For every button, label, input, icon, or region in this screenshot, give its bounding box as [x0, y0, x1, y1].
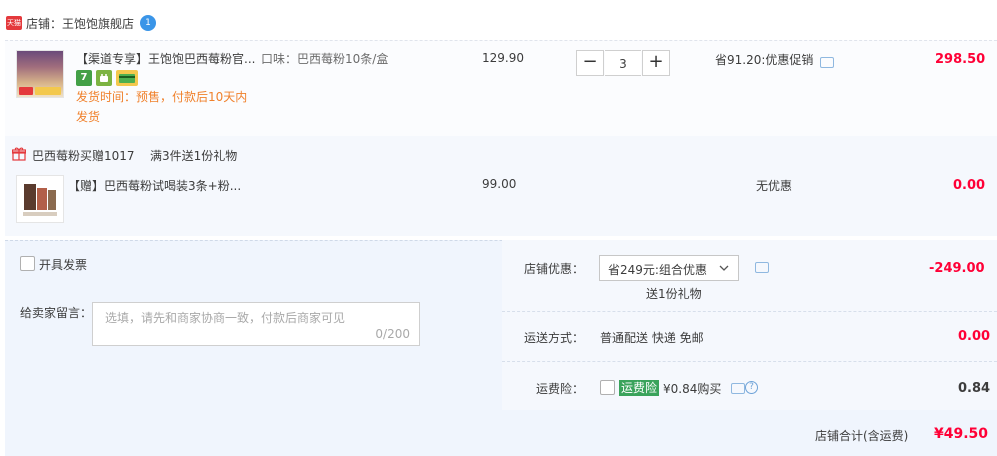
- gift-promo-rule: 满3件送1份礼物: [150, 149, 238, 163]
- shipping-label: 运送方式：: [524, 331, 585, 345]
- insurance-checkbox[interactable]: [600, 380, 615, 395]
- shipping-amount: 0.00: [958, 329, 991, 344]
- comment-icon[interactable]: [731, 383, 745, 394]
- unit-price: 129.90: [482, 51, 524, 65]
- insurance-badge: 运费险: [619, 380, 660, 396]
- comment-icon[interactable]: [755, 262, 769, 273]
- android-icon: [96, 70, 112, 86]
- ship-time-text-2: 发货: [76, 110, 101, 124]
- insurance-label: 运费险：: [536, 382, 585, 396]
- char-counter: 0/200: [375, 327, 410, 341]
- shipping-method: 普通配送 快递 免邮: [600, 331, 704, 345]
- gift-discount: 无优惠: [756, 179, 793, 193]
- gift-unit-price: 99.00: [482, 177, 517, 191]
- invoice-checkbox[interactable]: [20, 256, 35, 271]
- chat-badge-icon[interactable]: 1: [140, 15, 156, 31]
- seller-message-input[interactable]: 选填，请先和商家协商一致，付款后商家可见 0/200: [92, 302, 420, 346]
- seven-day-return-icon: 7: [76, 70, 92, 86]
- decrement-button[interactable]: −: [576, 50, 604, 76]
- item-discount: 省91.20:优惠促销: [715, 53, 814, 67]
- product-thumbnail[interactable]: [16, 50, 64, 98]
- gift-thumbnail[interactable]: [16, 175, 64, 223]
- gift-subtotal: 0.00: [953, 178, 986, 193]
- insurance-price: ¥0.84购买: [663, 382, 722, 396]
- divider: [502, 361, 997, 362]
- product-title[interactable]: 【渠道专享】王饱饱巴西莓粉官...: [76, 50, 255, 67]
- shop-discount-label: 店铺优惠：: [524, 262, 585, 276]
- chevron-down-icon: [718, 262, 730, 277]
- message-label: 给卖家留言：: [20, 306, 93, 320]
- total-label: 店铺合计(含运费): [815, 429, 909, 443]
- increment-button[interactable]: +: [642, 50, 670, 76]
- invoice-label[interactable]: 开具发票: [39, 256, 87, 273]
- gift-promo-name: 巴西莓粉买赠1017: [32, 149, 135, 163]
- help-icon[interactable]: ?: [745, 381, 758, 394]
- discount-select[interactable]: 省249元:组合优惠: [599, 255, 739, 281]
- comment-icon[interactable]: [820, 57, 834, 68]
- ship-time-text: 发货时间：预售，付款后10天内: [76, 90, 248, 104]
- credit-card-icon: [116, 70, 138, 86]
- item-subtotal: 298.50: [935, 52, 986, 67]
- gift-icon: [11, 147, 27, 161]
- insurance-amount: 0.84: [958, 381, 991, 396]
- shop-name[interactable]: 店铺：王饱饱旗舰店: [26, 15, 134, 32]
- gift-item-title[interactable]: 【赠】巴西莓粉试喝装3条+粉...: [68, 177, 241, 194]
- divider: [502, 311, 997, 312]
- total-amount: ¥49.50: [934, 426, 989, 442]
- product-sku: 口味：巴西莓粉10条/盒: [261, 52, 389, 66]
- quantity-input[interactable]: 3: [605, 50, 641, 76]
- message-placeholder: 选填，请先和商家协商一致，付款后商家可见: [105, 311, 346, 325]
- discount-selected: 省249元:组合优惠: [608, 263, 707, 277]
- shop-discount-amount: -249.00: [929, 261, 985, 276]
- tmall-icon: 天猫: [6, 16, 22, 30]
- gift-note: 送1份礼物: [646, 287, 702, 301]
